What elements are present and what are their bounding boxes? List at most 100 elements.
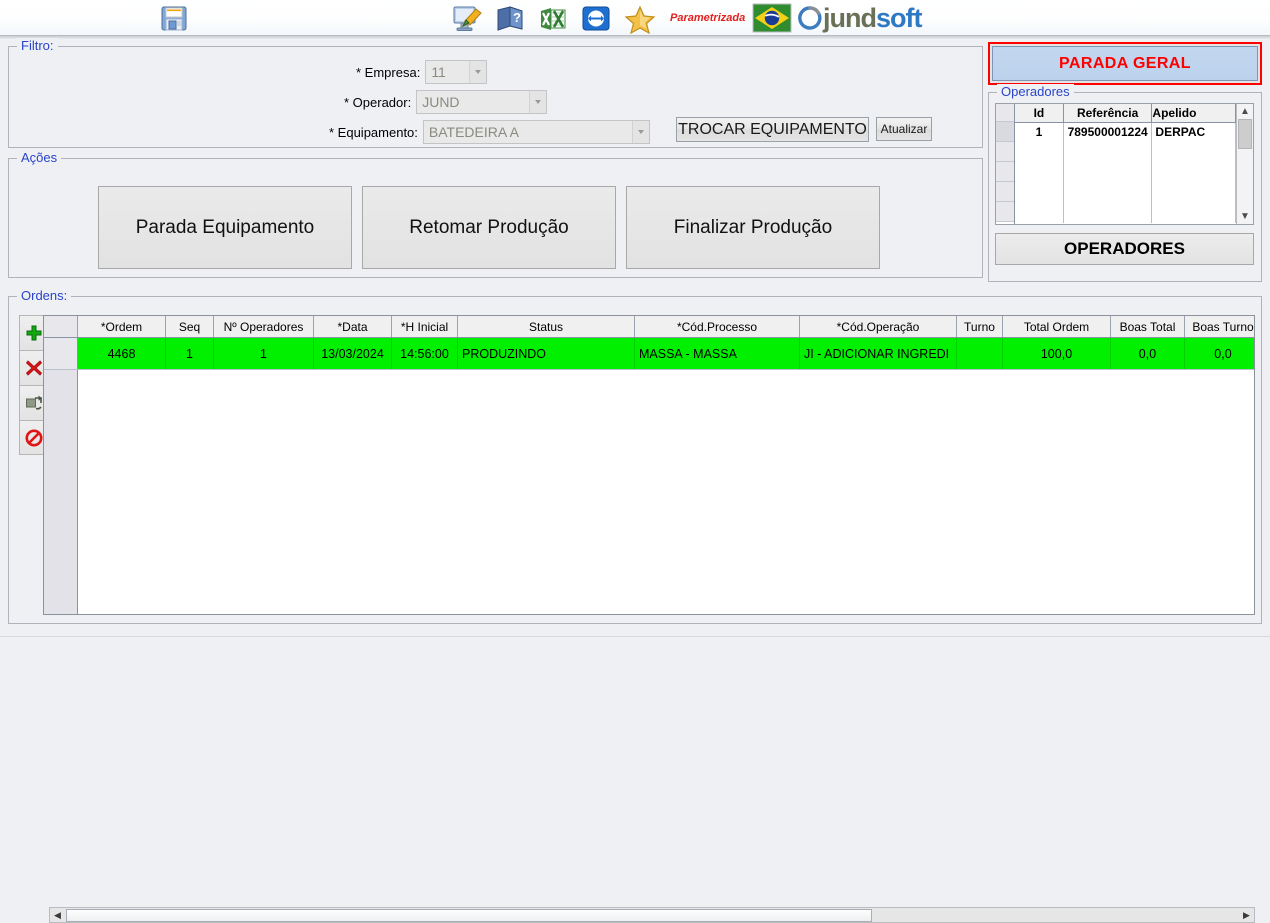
cell-ordem: 4468 xyxy=(78,338,166,369)
retomar-producao-button[interactable]: Retomar Produção xyxy=(362,186,616,269)
status-strip xyxy=(0,636,1270,652)
table-row[interactable]: 4468 1 1 13/03/2024 14:56:00 PRODUZINDO … xyxy=(44,338,1254,370)
trocar-equipamento-button[interactable]: TROCAR EQUIPAMENTO xyxy=(676,117,869,142)
favorite-star-icon[interactable] xyxy=(624,4,656,35)
parada-geral-frame: PARADA GERAL xyxy=(988,42,1262,85)
column-header-apelido[interactable]: Apelido xyxy=(1151,104,1236,123)
column-header-seq[interactable]: Seq xyxy=(166,316,214,337)
config-monitor-icon[interactable] xyxy=(452,4,484,34)
equipamento-value: BATEDEIRA A xyxy=(428,124,519,140)
operadores-row-header-column xyxy=(996,104,1015,224)
column-header-data[interactable]: *Data xyxy=(314,316,392,337)
cell-turno xyxy=(957,338,1003,369)
operador-label: * Operador: xyxy=(344,94,412,110)
acoes-title: Ações xyxy=(17,150,62,165)
operador-select[interactable]: JUND xyxy=(416,90,548,114)
operadores-group: Operadores Id Referência Apelido 1 78950… xyxy=(988,84,1262,282)
cell-seq: 1 xyxy=(166,338,214,369)
empty-cell xyxy=(1015,141,1064,223)
toolbar-divider xyxy=(0,36,1270,39)
brazil-flag-icon[interactable] xyxy=(752,3,792,33)
op-row-selector[interactable] xyxy=(996,122,1014,142)
empty-row-selector-column xyxy=(44,370,78,614)
scroll-right-icon[interactable]: ▶ xyxy=(1239,908,1254,922)
row-selector[interactable] xyxy=(44,338,78,369)
empty-cell xyxy=(1151,141,1236,223)
scroll-left-icon[interactable]: ◀ xyxy=(50,908,65,922)
finalizar-producao-button[interactable]: Finalizar Produção xyxy=(626,186,880,269)
filtro-title: Filtro: xyxy=(17,38,58,53)
empresa-select[interactable]: 11 xyxy=(425,60,488,84)
op-row-selector[interactable] xyxy=(996,142,1014,162)
column-header-cod-processo[interactable]: *Cód.Processo xyxy=(635,316,800,337)
atualizar-button[interactable]: Atualizar xyxy=(876,117,932,141)
column-header-total-ordem[interactable]: Total Ordem xyxy=(1003,316,1111,337)
resize-icon[interactable] xyxy=(582,5,610,32)
ordens-group: Ordens: *Ordem Seq Nº Operadores *Data *… xyxy=(8,288,1262,923)
column-header-turno[interactable]: Turno xyxy=(957,316,1003,337)
parametrizada-label: Parametrizada xyxy=(670,12,746,24)
parada-equipamento-button[interactable]: Parada Equipamento xyxy=(98,186,352,269)
cell-referencia: 789500001224 xyxy=(1063,122,1153,141)
ordens-header-row: *Ordem Seq Nº Operadores *Data *H Inicia… xyxy=(44,316,1254,338)
column-header-status[interactable]: Status xyxy=(458,316,635,337)
parada-geral-button[interactable]: PARADA GERAL xyxy=(992,46,1258,81)
ordens-grid[interactable]: *Ordem Seq Nº Operadores *Data *H Inicia… xyxy=(43,315,1255,615)
scrollbar-thumb[interactable] xyxy=(66,908,872,922)
excel-export-icon[interactable] xyxy=(538,5,568,33)
ordens-horizontal-scrollbar[interactable]: ◀ ▶ xyxy=(49,907,1255,923)
chevron-down-icon[interactable] xyxy=(631,121,649,143)
brand-jund: jund xyxy=(823,2,877,33)
cell-status: PRODUZINDO xyxy=(458,338,635,369)
cell-data: 13/03/2024 xyxy=(314,338,392,369)
top-toolbar: ? Parametrizada jund soft xyxy=(0,0,1270,36)
column-header-boas-turno[interactable]: Boas Turno xyxy=(1185,316,1254,337)
cell-boas-turno: 0,0 xyxy=(1185,338,1254,369)
column-header-ordem[interactable]: *Ordem xyxy=(78,316,166,337)
column-header-boas-total[interactable]: Boas Total xyxy=(1111,316,1185,337)
operadores-header-row: Id Referência Apelido xyxy=(1015,104,1236,123)
operador-field-row: * Operador: JUND xyxy=(344,90,548,114)
ordens-empty-area xyxy=(44,370,1254,614)
op-row-selector[interactable] xyxy=(996,182,1014,202)
jundsoft-mark-icon xyxy=(798,6,822,30)
equipamento-field-row: * Equipamento: BATEDEIRA A xyxy=(329,120,650,144)
column-header-cod-operacao[interactable]: *Cód.Operação xyxy=(800,316,957,337)
op-row-selector[interactable] xyxy=(996,202,1014,222)
op-corner-cell xyxy=(996,104,1014,122)
table-row[interactable]: 1 789500001224 DERPAC xyxy=(1015,122,1236,141)
chevron-down-icon[interactable] xyxy=(469,61,487,83)
cell-cod-operacao: JI - ADICIONAR INGREDI xyxy=(800,338,957,369)
column-header-n-operadores[interactable]: Nº Operadores xyxy=(214,316,314,337)
acoes-group: Ações Parada Equipamento Retomar Produçã… xyxy=(8,150,983,278)
cell-boas-total: 0,0 xyxy=(1111,338,1185,369)
operadores-table[interactable]: Id Referência Apelido 1 789500001224 DER… xyxy=(995,103,1254,225)
column-header-id[interactable]: Id xyxy=(1015,104,1064,123)
scrollbar-track[interactable] xyxy=(1237,149,1253,209)
operadores-vertical-scrollbar[interactable]: ▲ ▼ xyxy=(1236,104,1253,224)
chevron-down-icon[interactable] xyxy=(529,91,547,113)
equipamento-select[interactable]: BATEDEIRA A xyxy=(422,120,650,144)
cell-total-ordem: 100,0 xyxy=(1003,338,1111,369)
cell-apelido: DERPAC xyxy=(1151,122,1236,141)
table-row-empty xyxy=(1015,141,1236,223)
scroll-up-icon[interactable]: ▲ xyxy=(1237,104,1253,119)
operadores-button[interactable]: OPERADORES xyxy=(995,233,1254,265)
cell-h-inicial: 14:56:00 xyxy=(392,338,458,369)
cell-id: 1 xyxy=(1015,122,1064,141)
grid-corner-cell xyxy=(44,316,78,337)
brand-soft: soft xyxy=(875,2,922,33)
op-row-selector[interactable] xyxy=(996,162,1014,182)
empresa-value: 11 xyxy=(431,64,446,80)
cell-cod-processo: MASSA - MASSA xyxy=(635,338,800,369)
scroll-down-icon[interactable]: ▼ xyxy=(1237,209,1253,224)
empty-rows-area xyxy=(78,370,1254,614)
scrollbar-thumb[interactable] xyxy=(1238,119,1252,149)
help-book-icon[interactable]: ? xyxy=(494,4,526,34)
column-header-h-inicial[interactable]: *H Inicial xyxy=(392,316,458,337)
save-icon[interactable] xyxy=(160,5,188,32)
operadores-title: Operadores xyxy=(997,84,1074,99)
column-header-referencia[interactable]: Referência xyxy=(1063,104,1153,123)
empty-cell xyxy=(1063,141,1153,223)
empresa-label: * Empresa: xyxy=(356,64,421,80)
